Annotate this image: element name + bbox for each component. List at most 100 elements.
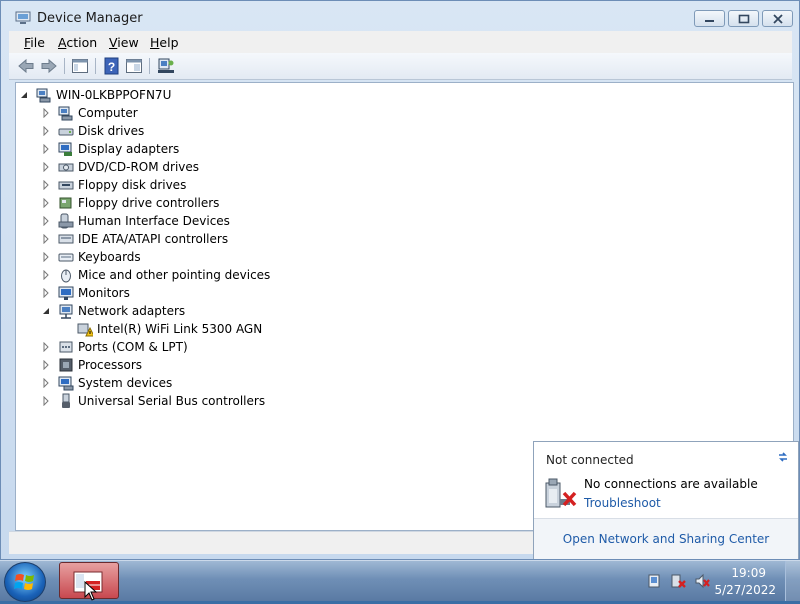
network-adapter-icon — [59, 304, 73, 319]
scan-hardware-icon[interactable] — [157, 57, 175, 75]
back-arrow-icon[interactable] — [17, 57, 35, 75]
expand-arrow-icon[interactable] — [42, 396, 50, 406]
tree-item-label: System devices — [78, 376, 173, 390]
minimize-button[interactable] — [694, 10, 725, 27]
port-icon — [59, 341, 73, 353]
tree-category-item[interactable]: Display adapters — [16, 140, 776, 158]
action-center-flag-icon[interactable] — [646, 573, 662, 589]
expand-arrow-icon[interactable] — [42, 252, 50, 262]
popup-title: Not connected — [546, 453, 634, 467]
tree-category-item[interactable]: Mice and other pointing devices — [16, 266, 776, 284]
expand-arrow-icon[interactable] — [42, 342, 50, 352]
expand-arrow-icon[interactable] — [42, 288, 50, 298]
tree-item-label: Floppy drive controllers — [78, 196, 220, 210]
expand-arrow-icon[interactable] — [42, 162, 50, 172]
maximize-button[interactable] — [728, 10, 759, 27]
tree-category-item[interactable]: Floppy disk drives — [16, 176, 776, 194]
show-desktop-button[interactable] — [785, 561, 800, 601]
network-disconnected-icon — [545, 478, 577, 508]
monitor-icon — [58, 286, 74, 300]
menu-action[interactable]: Action — [58, 35, 97, 50]
start-button[interactable] — [4, 562, 46, 602]
tree-category-item[interactable]: Disk drives — [16, 122, 776, 140]
tree-item-label: Network adapters — [78, 304, 186, 318]
tree-item-label: Processors — [78, 358, 143, 372]
tree-category-item[interactable]: DVD/CD-ROM drives — [16, 158, 776, 176]
expand-arrow-icon[interactable] — [42, 216, 50, 226]
volume-muted-icon[interactable] — [694, 573, 710, 589]
keyboard-icon — [58, 253, 74, 262]
expand-arrow-icon[interactable] — [42, 126, 50, 136]
clock-date[interactable]: 5/27/2022 — [714, 583, 776, 597]
maximize-icon — [738, 14, 750, 24]
menu-bar: File Action View Help — [9, 31, 792, 53]
windows-logo-icon — [14, 574, 34, 590]
forward-arrow-icon[interactable] — [40, 57, 58, 75]
tree-item-label: Monitors — [78, 286, 130, 300]
tree-category-item[interactable]: Ports (COM & LPT) — [16, 338, 776, 356]
collapse-arrow-icon[interactable] — [20, 90, 28, 100]
show-hide-console-tree-icon[interactable] — [71, 57, 89, 75]
tree-item-label: IDE ATA/ATAPI controllers — [78, 232, 229, 246]
clock-time[interactable]: 19:09 — [731, 566, 766, 580]
tree-category-item[interactable]: Network adapters — [16, 302, 776, 320]
title-bar[interactable]: Device Manager — [1, 1, 800, 35]
expand-arrow-icon[interactable] — [42, 234, 50, 244]
tree-category-item[interactable]: Universal Serial Bus controllers — [16, 392, 776, 410]
troubleshoot-link[interactable]: Troubleshoot — [584, 496, 661, 510]
tree-item-label: Human Interface Devices — [78, 214, 230, 228]
tree-item-label: Ports (COM & LPT) — [78, 340, 188, 354]
tree-category-item[interactable]: Computer — [16, 104, 776, 122]
tree-root-computer[interactable]: WIN-0LKBPPOFN7U — [16, 86, 776, 104]
tree-item-label: DVD/CD-ROM drives — [78, 160, 200, 174]
network-status-popup: Not connected No connections are availab… — [533, 441, 799, 559]
tree-category-item[interactable]: Keyboards — [16, 248, 776, 266]
usb-icon — [62, 393, 70, 408]
menu-file[interactable]: File — [24, 35, 45, 50]
floppy-controller-icon — [59, 197, 72, 209]
expand-arrow-icon[interactable] — [42, 198, 50, 208]
expand-arrow-icon[interactable] — [42, 360, 50, 370]
no-connections-message: No connections are available — [584, 477, 758, 491]
menu-help[interactable]: Help — [150, 35, 179, 50]
computer-icon — [58, 106, 73, 121]
refresh-icon[interactable] — [776, 450, 790, 464]
svg-text:?: ? — [108, 60, 115, 74]
close-button[interactable] — [762, 10, 793, 27]
system-device-icon — [58, 376, 74, 391]
hid-icon — [58, 213, 74, 229]
display-adapter-icon — [58, 142, 72, 156]
computer-icon — [36, 88, 51, 103]
menu-view[interactable]: View — [109, 35, 139, 50]
tree-item-label: Intel(R) WiFi Link 5300 AGN — [97, 322, 263, 336]
tree-item-label: Display adapters — [78, 142, 180, 156]
expand-arrow-icon[interactable] — [42, 180, 50, 190]
tree-category-item[interactable]: IDE ATA/ATAPI controllers — [16, 230, 776, 248]
tree-child-device[interactable]: Intel(R) WiFi Link 5300 AGN — [16, 320, 776, 338]
expand-arrow-icon[interactable] — [42, 378, 50, 388]
network-tray-icon[interactable] — [670, 573, 686, 589]
expand-arrow-icon[interactable] — [42, 144, 50, 154]
collapse-arrow-icon[interactable] — [42, 306, 50, 316]
tree-category-item[interactable]: Processors — [16, 356, 776, 374]
tree-item-label: WIN-0LKBPPOFN7U — [56, 88, 172, 102]
help-icon[interactable]: ? — [103, 57, 121, 75]
tree-item-label: Universal Serial Bus controllers — [78, 394, 266, 408]
network-sharing-center-link[interactable]: Open Network and Sharing Center — [534, 532, 798, 546]
toolbar-separator — [95, 58, 96, 74]
tree-category-item[interactable]: Floppy drive controllers — [16, 194, 776, 212]
device-manager-icon — [15, 11, 31, 24]
toolbar: ? — [9, 53, 792, 80]
expand-arrow-icon[interactable] — [42, 108, 50, 118]
tree-item-label: Floppy disk drives — [78, 178, 187, 192]
tree-item-label: Keyboards — [78, 250, 141, 264]
tree-category-item[interactable]: Monitors — [16, 284, 776, 302]
tree-item-label: Mice and other pointing devices — [78, 268, 271, 282]
expand-arrow-icon[interactable] — [42, 270, 50, 280]
tree-category-item[interactable]: System devices — [16, 374, 776, 392]
properties-icon[interactable] — [125, 57, 143, 75]
dvd-drive-icon — [58, 163, 74, 172]
taskbar: 19:09 5/27/2022 — [0, 560, 800, 602]
mouse-cursor-icon — [84, 581, 98, 601]
tree-category-item[interactable]: Human Interface Devices — [16, 212, 776, 230]
